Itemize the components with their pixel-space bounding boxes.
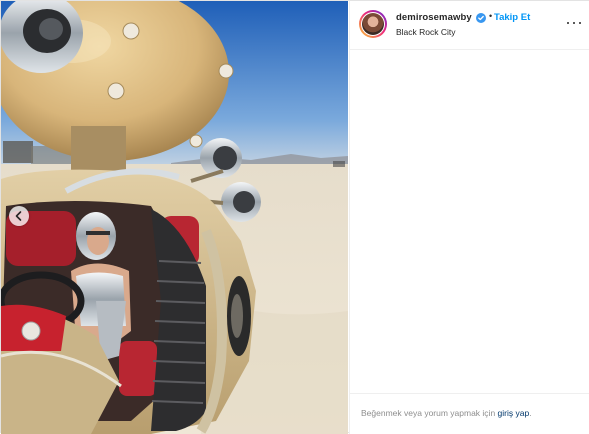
post-image[interactable] bbox=[1, 1, 348, 434]
chevron-left-icon bbox=[15, 211, 22, 221]
verified-badge-icon bbox=[476, 13, 486, 23]
follow-button[interactable]: Takip Et bbox=[494, 12, 530, 23]
photo-art-car-scene bbox=[1, 1, 348, 434]
username-link[interactable]: demirosemawby bbox=[396, 12, 472, 23]
login-prompt: Beğenmek veya yorum yapmak için giriş ya… bbox=[361, 408, 532, 418]
post-modal: demirosemawby • Takip Et Black Rock City… bbox=[0, 0, 589, 434]
post-header: demirosemawby • Takip Et Black Rock City bbox=[350, 1, 589, 50]
post-side-panel: demirosemawby • Takip Et Black Rock City… bbox=[349, 1, 589, 434]
post-footer: Beğenmek veya yorum yapmak için giriş ya… bbox=[350, 393, 589, 434]
avatar[interactable] bbox=[359, 10, 387, 38]
avatar-image bbox=[362, 13, 384, 35]
login-prompt-suffix: . bbox=[529, 408, 532, 418]
login-link[interactable]: giriş yap bbox=[498, 408, 530, 418]
login-prompt-text: Beğenmek veya yorum yapmak için bbox=[361, 408, 498, 418]
more-options-button[interactable] bbox=[566, 15, 582, 31]
location-link[interactable]: Black Rock City bbox=[396, 27, 456, 37]
carousel-previous-button[interactable] bbox=[9, 206, 29, 226]
separator-dot: • bbox=[489, 11, 493, 21]
more-options-icon bbox=[567, 22, 570, 25]
